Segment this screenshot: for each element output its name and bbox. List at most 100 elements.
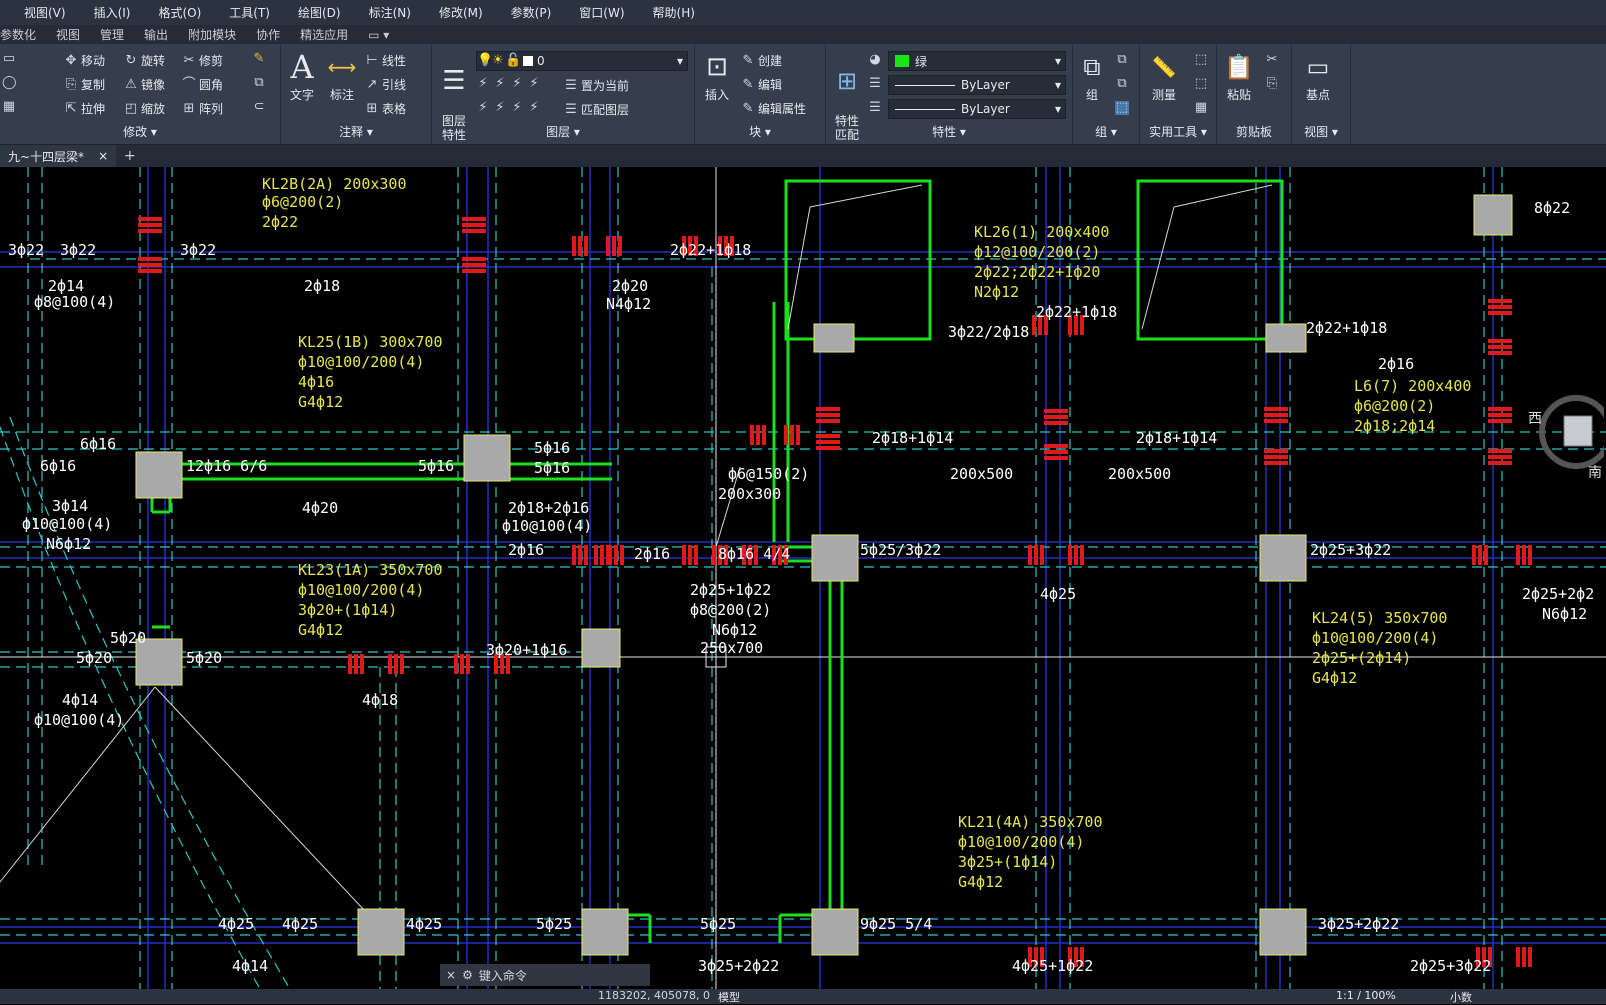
group-select-icon[interactable]: ⬚ <box>1115 101 1129 115</box>
mirror-button[interactable]: ⚠ 镜像 <box>124 76 165 93</box>
document-tab[interactable]: 九~十四层梁* × <box>0 145 117 167</box>
rectangle-icon[interactable]: ▭ <box>2 52 16 66</box>
copy-icon: ⎘ <box>65 76 77 92</box>
menu-insert[interactable]: 插入(I) <box>80 4 145 21</box>
insert-button[interactable]: ⊡ 插入 <box>699 50 735 103</box>
rebar-mark <box>816 407 840 423</box>
chevron-down-icon: ▾ <box>676 54 683 68</box>
tab-view[interactable]: 视图 <box>46 26 90 43</box>
linetype-icon[interactable]: ☰ <box>868 77 882 91</box>
menu-modify[interactable]: 修改(M) <box>425 4 497 21</box>
paste-button[interactable]: 📋 粘贴 <box>1221 50 1257 103</box>
tab-featured[interactable]: 精选应用 <box>290 26 358 43</box>
linetype-dropdown[interactable]: ByLayer ▾ <box>888 75 1066 95</box>
rotate-button[interactable]: ↻ 旋转 <box>124 52 165 69</box>
offset-icon[interactable]: ⊂ <box>252 100 266 114</box>
utilities-panel-label[interactable]: 实用工具 ▾ <box>1140 123 1216 140</box>
menu-parametric[interactable]: 参数(P) <box>497 4 566 21</box>
ungroup-icon[interactable]: ⧉ <box>1115 53 1129 67</box>
edit-block-button[interactable]: ✎ 编辑 <box>741 76 782 93</box>
text-button[interactable]: A 文字 <box>285 50 319 103</box>
color-wheel-icon[interactable]: ◕ <box>868 53 882 67</box>
view-panel-label[interactable]: 视图 ▾ <box>1292 123 1350 140</box>
command-line[interactable]: × ⚙ 键入命令 <box>440 964 650 986</box>
quick-select-icon[interactable]: ⬚ <box>1194 53 1208 67</box>
hatch-icon[interactable]: ▦ <box>2 100 16 114</box>
create-block-button[interactable]: ✎ 创建 <box>741 52 782 69</box>
ribbon-options-icon[interactable]: ▭ ▾ <box>358 28 399 42</box>
tab-collaborate[interactable]: 协作 <box>246 26 290 43</box>
group-edit-icon[interactable]: ⧉ <box>1115 77 1129 91</box>
set-current-button[interactable]: ☰ 置为当前 <box>564 77 629 94</box>
ellipse-icon[interactable]: ◯ <box>2 76 17 90</box>
tab-addins[interactable]: 附加模块 <box>178 26 246 43</box>
trim-button[interactable]: ✂ 修剪 <box>182 52 223 69</box>
rebar-annotation: 2ф25+1ф22 <box>690 581 771 599</box>
copy-clip-icon[interactable]: ⎘ <box>1265 77 1279 91</box>
menu-window[interactable]: 窗口(W) <box>565 4 638 21</box>
calculator-icon[interactable]: ▦ <box>1194 101 1208 115</box>
annotation-panel-label[interactable]: 注释 ▾ <box>281 123 431 140</box>
measure-button[interactable]: 📏 测量 <box>1144 50 1184 103</box>
clipboard-panel-label[interactable]: 剪贴板 <box>1217 123 1291 140</box>
close-icon[interactable]: × <box>446 968 456 982</box>
modify-panel-label[interactable]: 修改 ▾ <box>0 123 280 140</box>
cad-drawing[interactable]: KL2B(2A) 200x300ф6@200(2)2ф223ф22 3ф22 3ф2… <box>0 167 1606 989</box>
annotation-scale-button[interactable]: 1:1 / 100% <box>1336 989 1396 1002</box>
edit-attributes-button[interactable]: ✎ 编辑属性 <box>741 100 806 117</box>
menu-format[interactable]: 格式(O) <box>144 4 215 21</box>
lineweight-dropdown[interactable]: ByLayer ▾ <box>888 99 1066 119</box>
tab-output[interactable]: 输出 <box>134 26 178 43</box>
properties-panel-label[interactable]: 特性 ▾ <box>826 123 1072 140</box>
dimension-button[interactable]: ⟷ 标注 <box>325 50 359 103</box>
rebar-annotation: ф10@100/200(4) <box>298 581 424 599</box>
menu-view[interactable]: 视图(V) <box>0 4 80 21</box>
model-space-button[interactable]: 模型 <box>718 989 740 1005</box>
base-point-button[interactable]: ▭ 基点 <box>1298 50 1338 103</box>
document-tab-label: 九~十四层梁* <box>8 149 85 164</box>
block-panel-label[interactable]: 块 ▾ <box>695 123 825 140</box>
match-layer-button[interactable]: ☰ 匹配图层 <box>564 101 629 118</box>
erase-icon[interactable]: ✎ <box>252 52 266 66</box>
linear-button[interactable]: ⊢ 线性 <box>365 52 406 69</box>
fillet-button[interactable]: ⌒ 圆角 <box>182 76 223 93</box>
rebar-annotation: 6ф16 <box>80 435 116 453</box>
explode-icon[interactable]: ⧉ <box>252 76 266 90</box>
select-all-icon[interactable]: ⬚ <box>1194 77 1208 91</box>
scale-button[interactable]: ◰ 缩放 <box>124 100 165 117</box>
menu-draw[interactable]: 绘图(D) <box>284 4 355 21</box>
layer-dropdown[interactable]: 💡 ☀ 🔓 0 ▾ <box>476 51 688 71</box>
leader-button[interactable]: ↗ 引线 <box>365 76 406 93</box>
lineweight-icon[interactable]: ☰ <box>868 101 882 115</box>
layer-tools-row1[interactable]: ⚡ ⚡ ⚡ ⚡ <box>476 77 541 91</box>
rebar-annotation: N4ф12 <box>606 295 651 313</box>
lineweight-preview <box>895 108 955 110</box>
groups-panel-label[interactable]: 组 ▾ <box>1073 123 1139 140</box>
rebar-mark <box>1488 339 1512 355</box>
match-layer-icon: ☰ <box>565 101 577 117</box>
drawing-canvas[interactable]: KL2B(2A) 200x300 ф6@200(2) 2ф22 3ф22 3ф22 3ф2… <box>0 167 1606 989</box>
group-button[interactable]: ⧉ 组 <box>1077 50 1107 103</box>
cut-icon[interactable]: ✂ <box>1265 53 1279 67</box>
table-button[interactable]: ⊞ 表格 <box>365 100 406 117</box>
menu-help[interactable]: 帮助(H) <box>639 4 709 21</box>
units-button[interactable]: 小数 <box>1450 989 1472 1005</box>
menu-tools[interactable]: 工具(T) <box>215 4 284 21</box>
add-tab-icon[interactable]: + <box>124 148 136 164</box>
chevron-down-icon: ▾ <box>1054 54 1061 68</box>
command-input[interactable]: 键入命令 <box>479 967 527 984</box>
tab-parametric[interactable]: 参数化 <box>0 26 46 43</box>
layer-tools-row2[interactable]: ⚡ ⚡ ⚡ ⚡ <box>476 101 541 115</box>
settings-icon[interactable]: ⚙ <box>462 968 473 982</box>
close-icon[interactable]: × <box>98 149 108 163</box>
viewcube[interactable]: 西 南 <box>1528 394 1604 481</box>
array-button[interactable]: ⊞ 阵列 <box>182 100 223 117</box>
stretch-button[interactable]: ⇱ 拉伸 <box>64 100 105 117</box>
color-dropdown[interactable]: 绿 ▾ <box>888 51 1066 71</box>
tab-manage[interactable]: 管理 <box>90 26 134 43</box>
copy-button[interactable]: ⎘ 复制 <box>64 76 105 93</box>
rebar-annotation: 2ф16 <box>508 541 544 559</box>
menu-dimension[interactable]: 标注(N) <box>355 4 425 21</box>
move-button[interactable]: ✥ 移动 <box>64 52 105 69</box>
layers-panel-label[interactable]: 图层 ▾ <box>432 123 694 140</box>
